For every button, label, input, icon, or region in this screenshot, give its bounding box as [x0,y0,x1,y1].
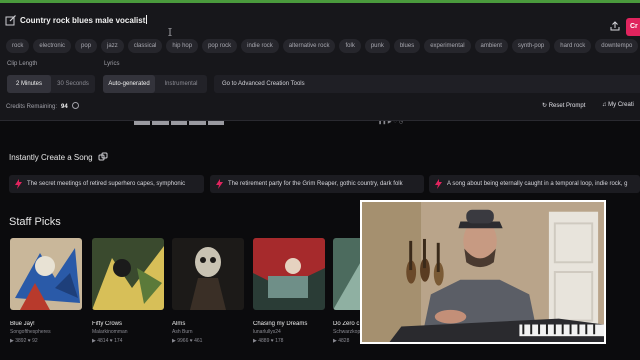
clip-option-30-seconds[interactable]: 30 Seconds [51,75,95,93]
credits-value: 94 [61,104,68,110]
clip-length-toggle: 2 Minutes 30 Seconds [7,75,95,93]
edit-icon [5,15,16,26]
genre-chip[interactable]: experimental [424,39,471,53]
reset-prompt-label: Reset Prompt [548,103,586,109]
song-idea-2[interactable]: The retirement party for the Grim Reaper… [210,175,424,193]
bolt-icon [435,179,442,189]
genre-chips: rock electronic pop jazz classical hip hop pop… [6,39,640,53]
info-icon[interactable] [71,102,79,109]
song-title[interactable]: Chasing my Dreams [253,321,325,327]
text-caret [146,15,148,24]
prompt-panel: Country rock blues male vocalist Cr rock… [0,3,640,121]
song-stats: ▶ 4814 ♥ 174 [92,338,123,344]
bolt-icon [216,179,223,189]
song-stats: ▶ 4889 ♥ 178 [253,338,284,344]
genre-chip[interactable]: downtempo [595,39,639,53]
genre-chip[interactable]: classical [127,39,163,53]
link-icon[interactable] [98,152,108,162]
song-idea-1[interactable]: The secret meetings of retired superhero… [9,175,204,193]
upload-icon[interactable] [610,21,620,31]
my-creations-label: My Creati [608,102,634,108]
webcam-video [360,200,606,344]
song-title[interactable]: Blue Jay! [10,321,82,327]
genre-chip[interactable]: pop [75,39,98,53]
song-artist[interactable]: Malarkinomman [92,329,164,335]
credits-label: Credits Remaining: [6,104,58,110]
song-stats: ▶ 3892 ♥ 92 [10,338,38,344]
song-card[interactable]: Chasing my Dreams lunarlullys24 ▶ 4889 ♥… [253,238,325,344]
lyrics-option-auto[interactable]: Auto-generated [103,75,155,93]
song-idea-text: A song about being eternally caught in a… [447,181,628,187]
song-card[interactable]: Alms Ash Burn ▶ 9966 ♥ 461 [172,238,244,344]
album-art[interactable] [253,238,325,310]
song-title[interactable]: Fifty Crows [92,321,164,327]
genre-chip[interactable]: rock [6,39,30,53]
song-artist[interactable]: Songofthespheres [10,329,82,335]
prompt-input[interactable]: Country rock blues male vocalist [20,15,148,25]
song-card[interactable]: Fifty Crows Malarkinomman ▶ 4814 ♥ 174 [92,238,164,344]
credits-remaining: Credits Remaining: 94 [6,102,79,110]
song-artist[interactable]: lunarlullys24 [253,329,325,335]
clip-length-label: Clip Length [7,61,38,67]
song-artist[interactable]: Ash Burn [172,329,244,335]
genre-chip[interactable]: synth-pop [511,39,551,53]
album-art[interactable] [92,238,164,310]
song-stats: ▶ 9966 ♥ 461 [172,338,203,344]
genre-chip[interactable]: alternative rock [282,39,336,53]
song-idea-text: The secret meetings of retired superhero… [27,181,186,187]
lyrics-option-instrumental[interactable]: Instrumental [155,75,207,93]
album-art[interactable] [172,238,244,310]
lyrics-label: Lyrics [104,61,120,67]
album-art[interactable] [10,238,82,310]
instant-create-title: Instantly Create a Song [9,153,93,162]
genre-chip[interactable]: ambient [474,39,508,53]
my-creations-button[interactable]: ♫ My Creati [602,102,634,108]
song-card[interactable]: Blue Jay! Songofthespheres ▶ 3892 ♥ 92 [10,238,82,344]
genre-chip[interactable]: hard rock [554,39,592,53]
song-idea-3[interactable]: A song about being eternally caught in a… [429,175,640,193]
genre-chip[interactable]: punk [364,39,390,53]
advanced-tools-button[interactable]: Go to Advanced Creation Tools [214,75,640,93]
song-idea-text: The retirement party for the Grim Reaper… [228,181,403,187]
song-title[interactable]: Alms [172,321,244,327]
bolt-icon [15,179,22,189]
staff-picks-title: Staff Picks [9,216,61,228]
genre-chip[interactable]: electronic [33,39,72,53]
lyrics-toggle: Auto-generated Instrumental [103,75,207,93]
genre-chip[interactable]: folk [339,39,361,53]
prompt-row: Country rock blues male vocalist Cr [0,11,640,36]
reset-prompt-button[interactable]: ↻ Reset Prompt [542,102,585,109]
clip-option-2-minutes[interactable]: 2 Minutes [7,75,51,93]
genre-chip[interactable]: indie rock [241,39,279,53]
genre-chip[interactable]: pop rock [202,39,238,53]
genre-chip[interactable]: jazz [101,39,124,53]
genre-chip[interactable]: hip hop [166,39,199,53]
genre-chip[interactable]: blues [393,39,421,53]
create-button[interactable]: Cr [626,18,640,36]
text-cursor-icon [168,28,172,36]
